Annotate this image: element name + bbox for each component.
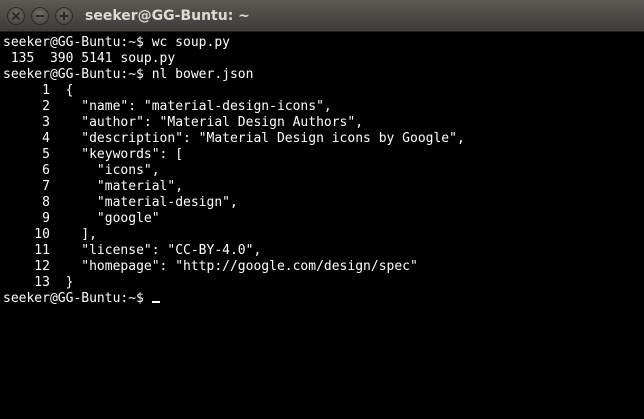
text-cursor [151,301,160,303]
terminal-line: seeker@GG-Buntu:~$ nl bower.json [3,67,254,82]
terminal-line: 5 "keywords": [ [3,147,184,162]
terminal-line: 8 "material-design", [3,195,238,210]
terminal-line: 2 "name": "material-design-icons", [3,99,332,114]
maximize-button[interactable] [55,7,73,25]
terminal-line: 9 "google" [3,211,160,226]
title-bar[interactable]: seeker@GG-Buntu: ~ [0,0,644,32]
terminal-output[interactable]: seeker@GG-Buntu:~$ wc soup.py 135 390 51… [3,35,633,415]
minimize-icon [35,11,45,21]
terminal-line: 6 "icons", [3,163,160,178]
terminal-line: 12 "homepage": "http://google.com/design… [3,259,418,274]
terminal-line: 13 } [3,275,74,290]
prompt-line[interactable]: seeker@GG-Buntu:~$ [3,291,633,307]
terminal-line: seeker@GG-Buntu:~$ wc soup.py [3,35,230,50]
shell-prompt: seeker@GG-Buntu:~$ [3,291,152,306]
terminal-line: 10 ], [3,227,97,242]
terminal-line: 3 "author": "Material Design Authors", [3,115,364,130]
minimize-button[interactable] [31,7,49,25]
close-icon [11,11,21,21]
terminal-line: 7 "material", [3,179,184,194]
scrollbar[interactable] [638,32,644,419]
terminal-line: 135 390 5141 soup.py [3,51,176,66]
terminal-line: 11 "license": "CC-BY-4.0", [3,243,262,258]
maximize-icon [59,11,69,21]
terminal-window: seeker@GG-Buntu: ~ seeker@GG-Buntu:~$ wc… [0,0,644,419]
terminal-line: 4 "description": "Material Design icons … [3,131,465,146]
close-button[interactable] [7,7,25,25]
terminal-line: 1 { [3,83,74,98]
window-title: seeker@GG-Buntu: ~ [85,8,250,24]
